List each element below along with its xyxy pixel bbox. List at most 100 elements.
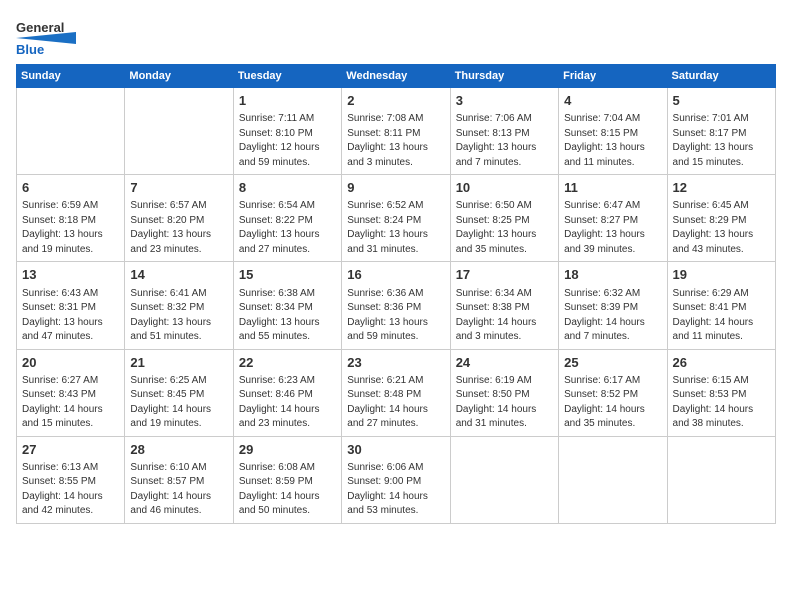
day-info: Sunrise: 6:10 AMSunset: 8:57 PMDaylight:… bbox=[130, 461, 227, 519]
day-number: 26 bbox=[673, 354, 770, 372]
day-info: Sunrise: 6:41 AMSunset: 8:32 PMDaylight:… bbox=[130, 287, 227, 345]
day-number: 20 bbox=[22, 354, 119, 372]
calendar-week-row: 1Sunrise: 7:11 AMSunset: 8:10 PMDaylight… bbox=[17, 88, 776, 175]
day-info: Sunrise: 6:27 AMSunset: 8:43 PMDaylight:… bbox=[22, 374, 119, 432]
calendar-cell: 19Sunrise: 6:29 AMSunset: 8:41 PMDayligh… bbox=[667, 262, 775, 349]
calendar-week-row: 27Sunrise: 6:13 AMSunset: 8:55 PMDayligh… bbox=[17, 436, 776, 523]
calendar-cell bbox=[17, 88, 125, 175]
day-number: 23 bbox=[347, 354, 444, 372]
calendar-cell bbox=[559, 436, 667, 523]
day-info: Sunrise: 6:13 AMSunset: 8:55 PMDaylight:… bbox=[22, 461, 119, 519]
day-info: Sunrise: 6:15 AMSunset: 8:53 PMDaylight:… bbox=[673, 374, 770, 432]
calendar-cell: 10Sunrise: 6:50 AMSunset: 8:25 PMDayligh… bbox=[450, 175, 558, 262]
calendar-cell: 23 Sunrise: 6:21 AMSunset: 8:48 PMDayligh… bbox=[342, 349, 450, 436]
day-number: 28 bbox=[130, 441, 227, 459]
day-number: 18 bbox=[564, 266, 661, 284]
day-info: Sunrise: 6:34 AMSunset: 8:38 PMDaylight:… bbox=[456, 287, 553, 345]
day-info: Sunrise: 6:19 AMSunset: 8:50 PMDaylight:… bbox=[456, 374, 553, 432]
day-info: Sunrise: 6:59 AMSunset: 8:18 PMDaylight:… bbox=[22, 199, 119, 257]
day-number: 4 bbox=[564, 92, 661, 110]
calendar-week-row: 6 Sunrise: 6:59 AMSunset: 8:18 PMDaylight… bbox=[17, 175, 776, 262]
calendar-cell: 14 Sunrise: 6:41 AMSunset: 8:32 PMDayligh… bbox=[125, 262, 233, 349]
day-info: Sunrise: 6:25 AMSunset: 8:45 PMDaylight:… bbox=[130, 374, 227, 432]
calendar-cell: 8 Sunrise: 6:54 AMSunset: 8:22 PMDaylight… bbox=[233, 175, 341, 262]
day-info: Sunrise: 6:21 AMSunset: 8:48 PMDaylight:… bbox=[347, 374, 444, 432]
calendar-cell: 17 Sunrise: 6:34 AMSunset: 8:38 PMDayligh… bbox=[450, 262, 558, 349]
day-info: Sunrise: 6:52 AMSunset: 8:24 PMDaylight:… bbox=[347, 199, 444, 257]
day-info: Sunrise: 6:06 AMSunset: 9:00 PMDaylight:… bbox=[347, 461, 444, 519]
weekday-header-saturday: Saturday bbox=[667, 65, 775, 88]
weekday-header-monday: Monday bbox=[125, 65, 233, 88]
page-header: General Blue bbox=[16, 16, 776, 56]
calendar-cell: 27Sunrise: 6:13 AMSunset: 8:55 PMDayligh… bbox=[17, 436, 125, 523]
day-number: 25 bbox=[564, 354, 661, 372]
calendar-week-row: 13 Sunrise: 6:43 AMSunset: 8:31 PMDayligh… bbox=[17, 262, 776, 349]
calendar-cell: 9 Sunrise: 6:52 AMSunset: 8:24 PMDaylight… bbox=[342, 175, 450, 262]
day-info: Sunrise: 6:54 AMSunset: 8:22 PMDaylight:… bbox=[239, 199, 336, 257]
weekday-header-tuesday: Tuesday bbox=[233, 65, 341, 88]
day-number: 19 bbox=[673, 266, 770, 284]
day-info: Sunrise: 6:36 AMSunset: 8:36 PMDaylight:… bbox=[347, 287, 444, 345]
day-number: 30 bbox=[347, 441, 444, 459]
calendar-cell: 30 Sunrise: 6:06 AMSunset: 9:00 PMDayligh… bbox=[342, 436, 450, 523]
day-info: Sunrise: 6:32 AMSunset: 8:39 PMDaylight:… bbox=[564, 287, 661, 345]
day-info: Sunrise: 6:50 AMSunset: 8:25 PMDaylight:… bbox=[456, 199, 553, 257]
calendar-cell: 11 Sunrise: 6:47 AMSunset: 8:27 PMDayligh… bbox=[559, 175, 667, 262]
calendar-cell bbox=[667, 436, 775, 523]
calendar-cell: 29 Sunrise: 6:08 AMSunset: 8:59 PMDayligh… bbox=[233, 436, 341, 523]
day-number: 11 bbox=[564, 179, 661, 197]
day-number: 22 bbox=[239, 354, 336, 372]
weekday-header-wednesday: Wednesday bbox=[342, 65, 450, 88]
calendar-table: SundayMondayTuesdayWednesdayThursdayFrid… bbox=[16, 64, 776, 524]
calendar-cell: 3Sunrise: 7:06 AMSunset: 8:13 PMDaylight… bbox=[450, 88, 558, 175]
day-number: 17 bbox=[456, 266, 553, 284]
day-number: 13 bbox=[22, 266, 119, 284]
day-number: 8 bbox=[239, 179, 336, 197]
calendar-cell: 22 Sunrise: 6:23 AMSunset: 8:46 PMDayligh… bbox=[233, 349, 341, 436]
day-number: 6 bbox=[22, 179, 119, 197]
calendar-cell: 20 Sunrise: 6:27 AMSunset: 8:43 PMDayligh… bbox=[17, 349, 125, 436]
day-info: Sunrise: 6:08 AMSunset: 8:59 PMDaylight:… bbox=[239, 461, 336, 519]
logo-svg: General Blue bbox=[16, 16, 86, 56]
calendar-cell: 16 Sunrise: 6:36 AMSunset: 8:36 PMDayligh… bbox=[342, 262, 450, 349]
day-number: 15 bbox=[239, 266, 336, 284]
calendar-cell: 2 Sunrise: 7:08 AMSunset: 8:11 PMDaylight… bbox=[342, 88, 450, 175]
weekday-header-thursday: Thursday bbox=[450, 65, 558, 88]
day-number: 1 bbox=[239, 92, 336, 110]
day-info: Sunrise: 6:45 AMSunset: 8:29 PMDaylight:… bbox=[673, 199, 770, 257]
logo: General Blue bbox=[16, 16, 86, 56]
day-info: Sunrise: 7:08 AMSunset: 8:11 PMDaylight:… bbox=[347, 112, 444, 170]
day-number: 12 bbox=[673, 179, 770, 197]
day-info: Sunrise: 6:23 AMSunset: 8:46 PMDaylight:… bbox=[239, 374, 336, 432]
day-info: Sunrise: 6:17 AMSunset: 8:52 PMDaylight:… bbox=[564, 374, 661, 432]
calendar-cell: 12 Sunrise: 6:45 AMSunset: 8:29 PMDayligh… bbox=[667, 175, 775, 262]
calendar-cell: 24Sunrise: 6:19 AMSunset: 8:50 PMDayligh… bbox=[450, 349, 558, 436]
day-info: Sunrise: 7:04 AMSunset: 8:15 PMDaylight:… bbox=[564, 112, 661, 170]
day-info: Sunrise: 6:43 AMSunset: 8:31 PMDaylight:… bbox=[22, 287, 119, 345]
calendar-cell: 18 Sunrise: 6:32 AMSunset: 8:39 PMDayligh… bbox=[559, 262, 667, 349]
day-number: 21 bbox=[130, 354, 227, 372]
weekday-header-friday: Friday bbox=[559, 65, 667, 88]
day-info: Sunrise: 6:47 AMSunset: 8:27 PMDaylight:… bbox=[564, 199, 661, 257]
day-number: 29 bbox=[239, 441, 336, 459]
svg-text:General: General bbox=[16, 20, 64, 35]
calendar-cell: 25 Sunrise: 6:17 AMSunset: 8:52 PMDayligh… bbox=[559, 349, 667, 436]
calendar-cell: 15 Sunrise: 6:38 AMSunset: 8:34 PMDayligh… bbox=[233, 262, 341, 349]
day-number: 2 bbox=[347, 92, 444, 110]
weekday-header-sunday: Sunday bbox=[17, 65, 125, 88]
day-info: Sunrise: 7:01 AMSunset: 8:17 PMDaylight:… bbox=[673, 112, 770, 170]
calendar-cell: 13 Sunrise: 6:43 AMSunset: 8:31 PMDayligh… bbox=[17, 262, 125, 349]
calendar-cell: 21 Sunrise: 6:25 AMSunset: 8:45 PMDayligh… bbox=[125, 349, 233, 436]
day-number: 5 bbox=[673, 92, 770, 110]
calendar-cell: 4 Sunrise: 7:04 AMSunset: 8:15 PMDaylight… bbox=[559, 88, 667, 175]
day-info: Sunrise: 6:57 AMSunset: 8:20 PMDaylight:… bbox=[130, 199, 227, 257]
day-number: 7 bbox=[130, 179, 227, 197]
day-info: Sunrise: 7:06 AMSunset: 8:13 PMDaylight:… bbox=[456, 112, 553, 170]
calendar-cell: 7 Sunrise: 6:57 AMSunset: 8:20 PMDaylight… bbox=[125, 175, 233, 262]
day-number: 14 bbox=[130, 266, 227, 284]
day-number: 9 bbox=[347, 179, 444, 197]
day-number: 16 bbox=[347, 266, 444, 284]
svg-text:Blue: Blue bbox=[16, 42, 44, 56]
calendar-cell: 5 Sunrise: 7:01 AMSunset: 8:17 PMDaylight… bbox=[667, 88, 775, 175]
day-info: Sunrise: 6:38 AMSunset: 8:34 PMDaylight:… bbox=[239, 287, 336, 345]
